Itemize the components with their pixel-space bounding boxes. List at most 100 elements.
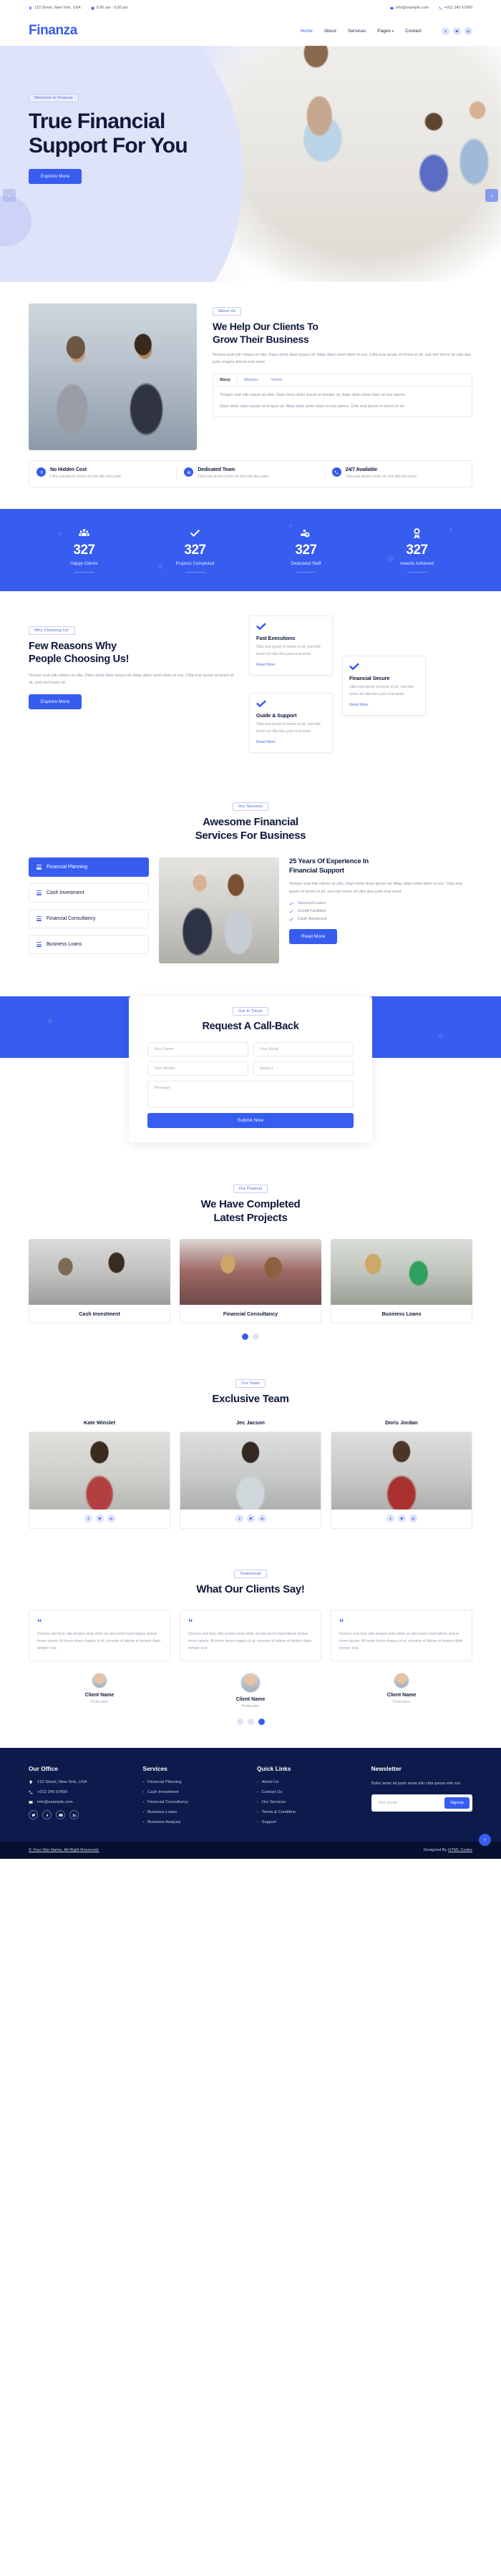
- award-icon: [361, 526, 472, 540]
- reason-read-more-link[interactable]: Read More: [349, 703, 369, 707]
- footer-quick-link[interactable]: › Our Services: [257, 1800, 359, 1804]
- youtube-icon[interactable]: [56, 1810, 65, 1820]
- twitter-icon[interactable]: [29, 1810, 38, 1820]
- tab-mission[interactable]: Mission: [238, 374, 265, 386]
- designed-by-link[interactable]: HTML Codex: [448, 1848, 472, 1852]
- project-card[interactable]: Cash Investment: [29, 1239, 170, 1324]
- footer-service-link[interactable]: › Business Loans: [143, 1810, 245, 1814]
- service-tab-financial-planning[interactable]: Financial Planning: [29, 857, 149, 877]
- linkedin-icon[interactable]: [464, 26, 472, 35]
- hero-next-button[interactable]: ›: [485, 189, 498, 202]
- footer-service-label: Financial Consultancy: [147, 1800, 188, 1805]
- services-panel-title-line1: 25 Years Of Experience In: [289, 857, 369, 865]
- site-logo[interactable]: Finanza: [29, 23, 77, 39]
- message-textarea[interactable]: [147, 1080, 354, 1108]
- service-tab-business-loans[interactable]: Business Loans: [29, 934, 149, 954]
- quote-icon: “: [339, 1616, 344, 1628]
- about-intro: Tempor erat elitr rebum at clita. Diam d…: [213, 353, 472, 365]
- carousel-dot[interactable]: [236, 1719, 243, 1726]
- twitter-icon[interactable]: [95, 1515, 104, 1523]
- bars-icon: [37, 942, 42, 947]
- footer-service-link[interactable]: › Financial Planning: [143, 1780, 245, 1784]
- users-cog-icon: [250, 526, 361, 540]
- nav-item-pages[interactable]: Pages ▾: [377, 29, 394, 34]
- hero-prev-button[interactable]: ‹: [3, 189, 16, 202]
- about-tabs: Story Mission Vision Tempor erat elitr r…: [213, 373, 472, 418]
- check-icon: [256, 700, 266, 708]
- callback-section: Get In Touch Request A Call-Back Submit …: [0, 996, 501, 1162]
- chevron-right-icon: ›: [257, 1790, 258, 1795]
- reason-read-more-link[interactable]: Read More: [256, 663, 276, 667]
- project-label: Cash Investment: [29, 1305, 170, 1324]
- footer-service-link[interactable]: › Cash Investment: [143, 1790, 245, 1794]
- service-tab-cash-investment[interactable]: Cash Investment: [29, 883, 149, 903]
- twitter-icon[interactable]: [453, 26, 461, 35]
- nav-item-contact[interactable]: Contact: [405, 29, 422, 34]
- nav-item-services[interactable]: Services: [348, 29, 366, 34]
- carousel-dot[interactable]: [258, 1719, 265, 1726]
- testimonials-badge: Testimonial: [234, 1570, 267, 1579]
- project-card[interactable]: Business Loans: [331, 1239, 472, 1324]
- footer-service-label: Business Analysis: [147, 1820, 181, 1825]
- facebook-icon[interactable]: [386, 1515, 394, 1523]
- testimonials-title: What Our Clients Say!: [196, 1583, 305, 1596]
- footer-service-link[interactable]: › Financial Consultancy: [143, 1800, 245, 1804]
- reason-read-more-link[interactable]: Read More: [256, 740, 276, 744]
- twitter-icon[interactable]: [397, 1515, 406, 1523]
- linkedin-icon[interactable]: [409, 1515, 417, 1523]
- nav-item-about[interactable]: About: [324, 29, 336, 34]
- mobile-input[interactable]: [147, 1061, 248, 1076]
- fact-dedicated-staff: 327 Dedicated Staff: [250, 526, 361, 573]
- fact-number: 327: [295, 543, 317, 558]
- why-explore-button[interactable]: Explore More: [29, 694, 82, 710]
- callback-badge: Get In Touch: [233, 1006, 268, 1016]
- services-read-more-button[interactable]: Read More: [289, 929, 338, 945]
- carousel-dot[interactable]: [247, 1719, 254, 1726]
- hero-explore-button[interactable]: Explore More: [29, 169, 82, 185]
- name-input[interactable]: [147, 1041, 248, 1056]
- newsletter-email-input[interactable]: [374, 1798, 444, 1809]
- fact-number: 327: [73, 543, 95, 558]
- carousel-dot[interactable]: [242, 1333, 248, 1341]
- topbar-hours-text: 9.00 am - 9.00 pm: [96, 6, 128, 10]
- facebook-icon[interactable]: [42, 1810, 52, 1820]
- newsletter-signup-button[interactable]: SignUp: [444, 1797, 470, 1809]
- footer-quick-link[interactable]: › Support: [257, 1820, 359, 1824]
- linkedin-icon[interactable]: [107, 1515, 115, 1523]
- topbar-phone[interactable]: +012 345 67890: [439, 6, 472, 10]
- copyright-bar: © Your Site Name, All Right Reserved. De…: [0, 1842, 501, 1860]
- site-footer: Our Office 123 Street, New York, USA +01…: [0, 1748, 501, 1842]
- copyright-label: © Your Site Name, All Right Reserved.: [29, 1848, 99, 1853]
- tab-story[interactable]: Story: [213, 374, 238, 386]
- team-member-photo: [29, 1432, 170, 1510]
- copyright-text: © Your Site Name, All Right Reserved.: [29, 1848, 99, 1852]
- hero-title: True Financial Support For You: [29, 110, 472, 157]
- footer-quick-link[interactable]: › Terms & Condition: [257, 1810, 359, 1814]
- facebook-icon[interactable]: [84, 1515, 92, 1523]
- email-input[interactable]: [253, 1041, 354, 1056]
- testimonial-quote-card: “ Dolores sed duis clita tempor justo do…: [180, 1609, 321, 1662]
- testimonial-person: Client Name Profession: [29, 1673, 170, 1709]
- feature-no-hidden-cost: No Hidden Cost Clita erat ipsum lorem si…: [29, 467, 176, 480]
- twitter-icon[interactable]: [246, 1515, 255, 1523]
- facebook-icon[interactable]: [442, 26, 449, 35]
- service-tab-financial-consultancy[interactable]: Financial Consultancy: [29, 908, 149, 928]
- footer-quick-link[interactable]: › Contact Us: [257, 1790, 359, 1794]
- footer-email: info@example.com: [29, 1800, 130, 1804]
- tab-vision[interactable]: Vision: [264, 374, 288, 386]
- project-card[interactable]: Financial Consultancy: [180, 1239, 321, 1324]
- footer-quick-label: Terms & Condition: [261, 1810, 296, 1815]
- carousel-dot[interactable]: [253, 1333, 259, 1341]
- topbar-email[interactable]: info@example.com: [390, 6, 429, 10]
- submit-button[interactable]: Submit Now: [147, 1112, 354, 1128]
- project-label: Financial Consultancy: [180, 1305, 321, 1324]
- nav-item-home[interactable]: Home: [300, 29, 312, 34]
- subject-input[interactable]: [253, 1061, 354, 1076]
- facebook-icon[interactable]: [235, 1515, 243, 1523]
- fact-number: 327: [406, 543, 428, 558]
- linkedin-icon[interactable]: [69, 1810, 79, 1820]
- footer-service-link[interactable]: › Business Analysis: [143, 1820, 245, 1824]
- linkedin-icon[interactable]: [258, 1515, 266, 1523]
- footer-quick-link[interactable]: › About Us: [257, 1780, 359, 1784]
- team-member-photo: [180, 1432, 321, 1510]
